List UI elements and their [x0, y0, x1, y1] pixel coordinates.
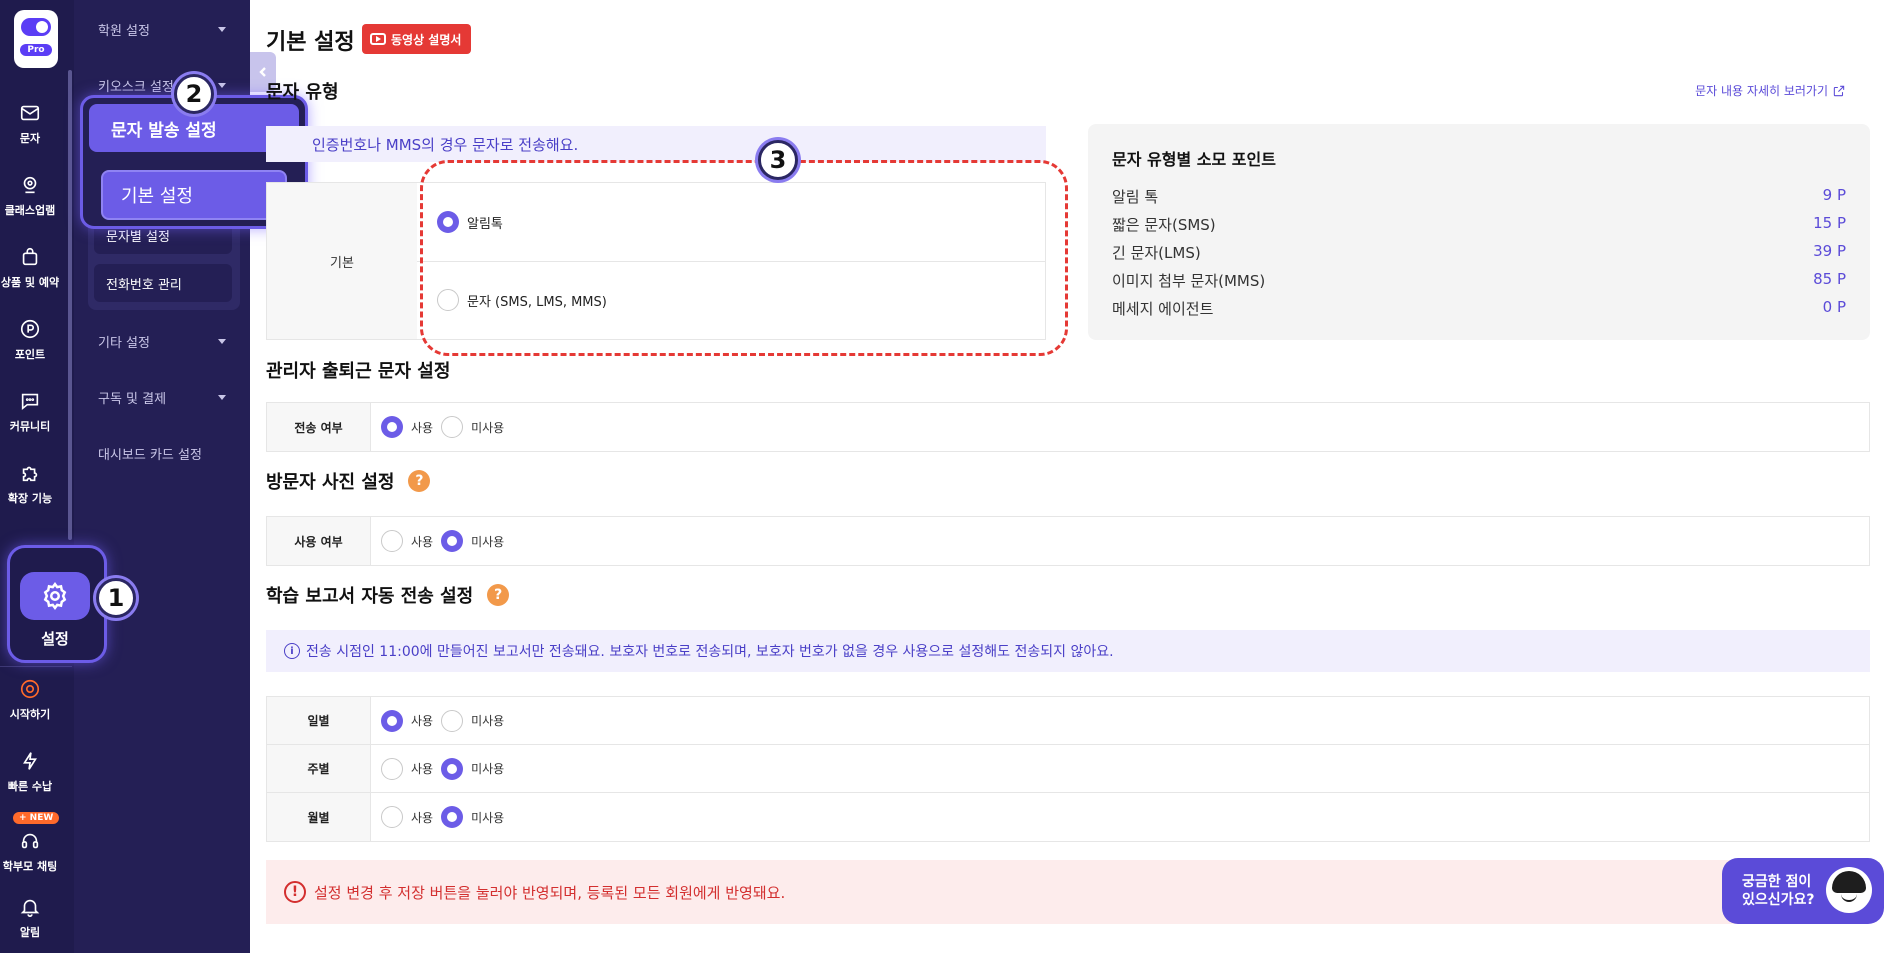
table-row: 주별 사용 미사용 — [267, 745, 1869, 793]
points-card: 문자 유형별 소모 포인트 알림 톡9 P 짧은 문자(SMS) 15 P 긴 문… — [1088, 124, 1870, 340]
rail-item-classupcam[interactable]: 클래스업램 — [0, 174, 60, 218]
settings-highlight: 설정 — [7, 545, 107, 663]
mail-icon — [20, 105, 40, 121]
save-warning: ! 설정 변경 후 저장 버튼을 눌러야 반영되며, 등록된 모든 회원에게 반… — [266, 860, 1870, 924]
option-nouse[interactable]: 미사용 — [441, 709, 504, 732]
table-row: 일별 사용 미사용 — [267, 697, 1869, 745]
webcam-icon — [23, 176, 37, 194]
external-link-icon — [1833, 85, 1845, 96]
option-nouse[interactable]: 미사용 — [441, 416, 504, 438]
report-info: i 전송 시점인 11:00에 만들어진 보고서만 전송돼요. 보호자 번호로 … — [266, 630, 1870, 672]
option-nouse[interactable]: 미사용 — [441, 530, 504, 552]
radio-nouse[interactable] — [441, 709, 464, 732]
rail-item-parent-chat[interactable]: 학부모 채팅 — [0, 830, 60, 874]
rail-item-notifications[interactable]: 알림 — [0, 896, 60, 940]
report-table: 일별 사용 미사용 주별 사용 미사용 월별 사용 미사용 — [266, 696, 1870, 842]
rail-item-quick-pay[interactable]: 빠른 수납 — [0, 750, 60, 794]
help-icon[interactable]: ? — [408, 470, 431, 492]
option-use[interactable]: 사용 — [381, 757, 433, 780]
option-use[interactable]: 사용 — [381, 416, 433, 438]
table-row: 사용 여부 사용 미사용 — [267, 517, 1869, 565]
message-type-title: 문자 유형 — [266, 82, 339, 103]
info-icon: i — [284, 643, 300, 659]
step-marker-1: 1 — [96, 578, 136, 618]
rail-item-community[interactable]: 커뮤니티 — [0, 390, 60, 434]
subnav-item-phone-number-management[interactable]: 전화번호 관리 — [94, 264, 232, 302]
option-use[interactable]: 사용 — [381, 530, 433, 552]
points-row: 이미지 첨부 문자(MMS) 85 P — [1112, 270, 1846, 290]
pro-badge: Pro — [20, 44, 52, 56]
rail-item-start[interactable]: 시작하기 — [0, 678, 60, 722]
radio-use[interactable] — [381, 530, 403, 552]
chevron-down-icon — [218, 27, 226, 32]
chevron-down-icon — [218, 395, 226, 400]
points-row: 짧은 문자(SMS) 15 P — [1112, 214, 1846, 234]
subnav-item-subscription[interactable]: 구독 및 결제 — [98, 388, 226, 407]
app-logo[interactable]: Pro — [14, 10, 58, 68]
radio-nouse[interactable] — [441, 806, 464, 828]
support-avatar-icon — [1826, 867, 1872, 913]
table-row: 월별 사용 미사용 — [267, 793, 1869, 841]
rail-scrollbar[interactable] — [68, 70, 72, 540]
icon-rail: Pro 문자 클래스업램 상품 및 예약 포인트 커뮤니티 확장 기능 시작하기… — [0, 0, 74, 953]
chevron-down-icon — [218, 339, 226, 344]
settings-label: 설정 — [41, 630, 69, 648]
message-type-info: 인증번호나 MMS의 경우 문자로 전송해요. — [266, 126, 1046, 162]
subnav-item-dashboard-card[interactable]: 대시보드 카드 설정 — [98, 444, 226, 463]
admin-attendance-table: 전송 여부 사용 미사용 — [266, 402, 1870, 452]
radio-nouse[interactable] — [441, 530, 464, 552]
rail-item-products[interactable]: 상품 및 예약 — [0, 246, 60, 290]
points-row: 긴 문자(LMS) 39 P — [1112, 242, 1846, 262]
rail-item-settings[interactable] — [20, 572, 90, 620]
step-marker-2: 2 — [174, 74, 214, 114]
admin-attendance-title: 관리자 출퇴근 문자 설정 — [266, 361, 451, 382]
help-chat-button[interactable]: 궁금한 점이 있으신가요? — [1722, 858, 1884, 924]
radio-nouse[interactable] — [441, 757, 464, 780]
chevron-down-icon — [218, 83, 226, 88]
new-badge: + NEW — [13, 812, 60, 824]
bell-icon — [20, 899, 40, 917]
points-title: 문자 유형별 소모 포인트 — [1112, 150, 1276, 169]
table-row: 전송 여부 사용 미사용 — [267, 403, 1869, 451]
message-type-row-label: 기본 — [267, 183, 417, 339]
visitor-photo-table: 사용 여부 사용 미사용 — [266, 516, 1870, 566]
bag-icon — [22, 247, 38, 266]
page-title: 기본 설정 — [266, 30, 355, 55]
visitor-photo-title: 방문자 사진 설정 ? — [266, 468, 431, 494]
rail-item-message[interactable]: 문자 — [0, 102, 60, 146]
headset-icon — [21, 833, 39, 849]
subnav-item-other-settings[interactable]: 기타 설정 — [98, 332, 226, 351]
puzzle-icon — [22, 466, 38, 482]
option-nouse[interactable]: 미사용 — [441, 806, 504, 828]
play-icon — [370, 33, 386, 45]
points-row: 알림 톡9 P — [1112, 186, 1846, 206]
highlight-dashed-box — [420, 160, 1068, 356]
main-content: 기본 설정 동영상 설명서 문자 유형 문자 내용 자세히 보러가기 인증번호나… — [250, 0, 1886, 953]
warning-icon: ! — [284, 881, 306, 903]
option-nouse[interactable]: 미사용 — [441, 757, 504, 780]
logo-toggle-icon — [21, 18, 51, 36]
radio-nouse[interactable] — [441, 416, 464, 438]
video-guide-button[interactable]: 동영상 설명서 — [362, 24, 472, 54]
message-detail-link[interactable]: 문자 내용 자세히 보러가기 — [1695, 82, 1846, 99]
start-icon — [20, 679, 40, 699]
points-row: 메세지 에이전트 0 P — [1112, 298, 1846, 318]
radio-use[interactable] — [381, 806, 403, 828]
gear-icon — [43, 582, 67, 610]
bolt-icon — [22, 752, 38, 770]
option-use[interactable]: 사용 — [381, 806, 433, 828]
radio-use[interactable] — [381, 709, 403, 732]
option-use[interactable]: 사용 — [381, 709, 433, 732]
report-title: 학습 보고서 자동 전송 설정 ? — [266, 582, 510, 608]
radio-use[interactable] — [381, 757, 403, 780]
chat-icon — [21, 393, 39, 411]
help-icon[interactable]: ? — [487, 584, 510, 606]
subnav-item-academy-settings[interactable]: 학원 설정 — [98, 20, 226, 39]
radio-use[interactable] — [381, 416, 403, 438]
rail-item-extensions[interactable]: 확장 기능 — [0, 462, 60, 506]
rail-divider — [0, 666, 72, 667]
step-marker-3: 3 — [758, 140, 798, 180]
point-icon — [20, 319, 40, 339]
rail-item-point[interactable]: 포인트 — [0, 318, 60, 362]
